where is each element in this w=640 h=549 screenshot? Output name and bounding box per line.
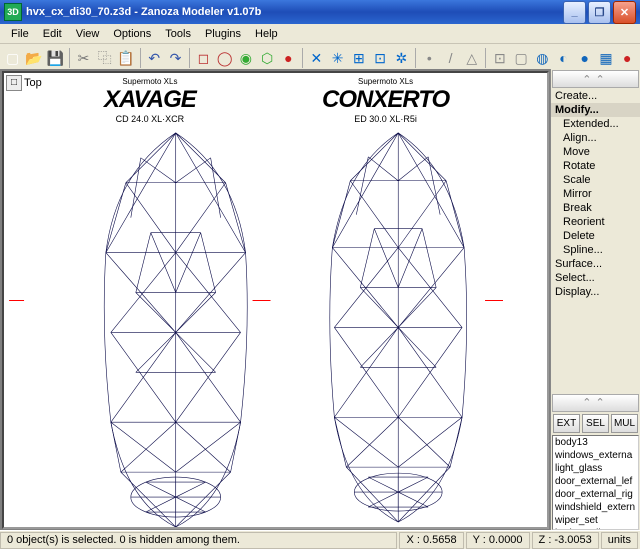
mode2-icon[interactable]: ▢ xyxy=(511,46,530,70)
cmd-scale[interactable]: Scale xyxy=(551,173,640,187)
status-message: 0 object(s) is selected. 0 is hidden amo… xyxy=(0,532,397,549)
open-icon[interactable]: 📂 xyxy=(24,46,43,70)
menu-file[interactable]: File xyxy=(4,26,36,42)
command-list: Create...Modify...Extended...Align...Mov… xyxy=(551,89,640,299)
menu-edit[interactable]: Edit xyxy=(36,26,69,42)
cmd-extended[interactable]: Extended... xyxy=(551,117,640,131)
redo-icon[interactable]: ↷ xyxy=(166,46,185,70)
cmd-spline[interactable]: Spline... xyxy=(551,243,640,257)
view-flat-icon[interactable]: ◐ xyxy=(554,46,573,70)
cmd-display[interactable]: Display... xyxy=(551,285,640,299)
status-z: Z : -3.0053 xyxy=(532,532,599,549)
status-bar: 0 object(s) is selected. 0 is hidden amo… xyxy=(0,530,640,549)
axis-icon[interactable]: ✕ xyxy=(307,46,326,70)
face-icon[interactable]: △ xyxy=(462,46,481,70)
cmd-create[interactable]: Create... xyxy=(551,89,640,103)
workspace: □ Top Supermoto XLs XAVAGE CD 24.0 XL·XC… xyxy=(0,69,551,531)
sel-poly-icon[interactable]: ⬡ xyxy=(258,46,277,70)
render-icon[interactable]: ● xyxy=(618,46,637,70)
list-item[interactable]: wiper_set xyxy=(553,514,638,527)
cmd-select[interactable]: Select... xyxy=(551,271,640,285)
maximize-button[interactable]: ❐ xyxy=(588,1,611,24)
list-item[interactable]: body13 xyxy=(553,436,638,449)
mode1-icon[interactable]: ⊡ xyxy=(490,46,509,70)
menu-bar: FileEditViewOptionsToolsPluginsHelp xyxy=(0,24,640,44)
status-x: X : 0.5658 xyxy=(399,532,463,549)
menu-plugins[interactable]: Plugins xyxy=(198,26,248,42)
edge-icon[interactable]: / xyxy=(441,46,460,70)
cmd-break[interactable]: Break xyxy=(551,201,640,215)
side-panel: ⌃⌃ Create...Modify...Extended...Align...… xyxy=(550,69,640,531)
menu-help[interactable]: Help xyxy=(248,26,285,42)
object-list[interactable]: body13windows_externalight_glassdoor_ext… xyxy=(552,435,639,531)
new-icon[interactable]: ▢ xyxy=(3,46,22,70)
viewport-top[interactable]: □ Top Supermoto XLs XAVAGE CD 24.0 XL·XC… xyxy=(2,71,549,529)
title-bar: 3D hvx_cx_di30_70.z3d - Zanoza Modeler v… xyxy=(0,0,640,24)
copy-icon[interactable]: ⿻ xyxy=(95,46,114,70)
viewport-label: Top xyxy=(24,77,42,89)
cmd-delete[interactable]: Delete xyxy=(551,229,640,243)
tab-ext[interactable]: EXT xyxy=(553,414,580,433)
axis2-icon[interactable]: ✳ xyxy=(328,46,347,70)
wireframe-canvas xyxy=(4,73,547,527)
view-smooth-icon[interactable]: ● xyxy=(575,46,594,70)
viewport-toggle-icon[interactable]: □ xyxy=(6,75,22,91)
sphere-icon[interactable]: ● xyxy=(279,46,298,70)
window-title: hvx_cx_di30_70.z3d - Zanoza Modeler v1.0… xyxy=(26,6,261,18)
cmd-reorient[interactable]: Reorient xyxy=(551,215,640,229)
cmd-mirror[interactable]: Mirror xyxy=(551,187,640,201)
close-button[interactable]: ✕ xyxy=(613,1,636,24)
view-tex-icon[interactable]: ▦ xyxy=(596,46,615,70)
cmd-modify[interactable]: Modify... xyxy=(551,103,640,117)
object-tabs: EXTSELMUL xyxy=(552,414,639,433)
app-icon: 3D xyxy=(4,3,22,21)
cmd-align[interactable]: Align... xyxy=(551,131,640,145)
save-icon[interactable]: 💾 xyxy=(46,46,65,70)
sel-lasso-icon[interactable]: ◉ xyxy=(236,46,255,70)
cmd-move[interactable]: Move xyxy=(551,145,640,159)
origin-icon[interactable]: ✲ xyxy=(392,46,411,70)
status-units: units xyxy=(601,532,638,549)
grid-icon[interactable]: ⊞ xyxy=(349,46,368,70)
panel-collapse-icon[interactable]: ⌃⌃ xyxy=(552,70,639,88)
menu-view[interactable]: View xyxy=(69,26,107,42)
minimize-button[interactable]: _ xyxy=(563,1,586,24)
list-item[interactable]: light_glass xyxy=(553,462,638,475)
tab-mul[interactable]: MUL xyxy=(611,414,638,433)
cut-icon[interactable]: ✂ xyxy=(74,46,93,70)
list-item[interactable]: door_external_lef xyxy=(553,475,638,488)
panel-collapse2-icon[interactable]: ⌃⌃ xyxy=(552,394,639,412)
list-item[interactable]: windshield_extern xyxy=(553,501,638,514)
sel-circ-icon[interactable]: ◯ xyxy=(215,46,234,70)
vertex-icon[interactable]: • xyxy=(420,46,439,70)
list-item[interactable]: windows_externa xyxy=(553,449,638,462)
list-item[interactable]: door_external_rig xyxy=(553,488,638,501)
cmd-rotate[interactable]: Rotate xyxy=(551,159,640,173)
snap-icon[interactable]: ⊡ xyxy=(370,46,389,70)
sel-rect-icon[interactable]: ◻ xyxy=(194,46,213,70)
tab-sel[interactable]: SEL xyxy=(582,414,609,433)
menu-tools[interactable]: Tools xyxy=(158,26,198,42)
paste-icon[interactable]: 📋 xyxy=(116,46,135,70)
status-y: Y : 0.0000 xyxy=(466,532,530,549)
undo-icon[interactable]: ↶ xyxy=(145,46,164,70)
view-wire-icon[interactable]: ◍ xyxy=(533,46,552,70)
menu-options[interactable]: Options xyxy=(106,26,158,42)
cmd-surface[interactable]: Surface... xyxy=(551,257,640,271)
